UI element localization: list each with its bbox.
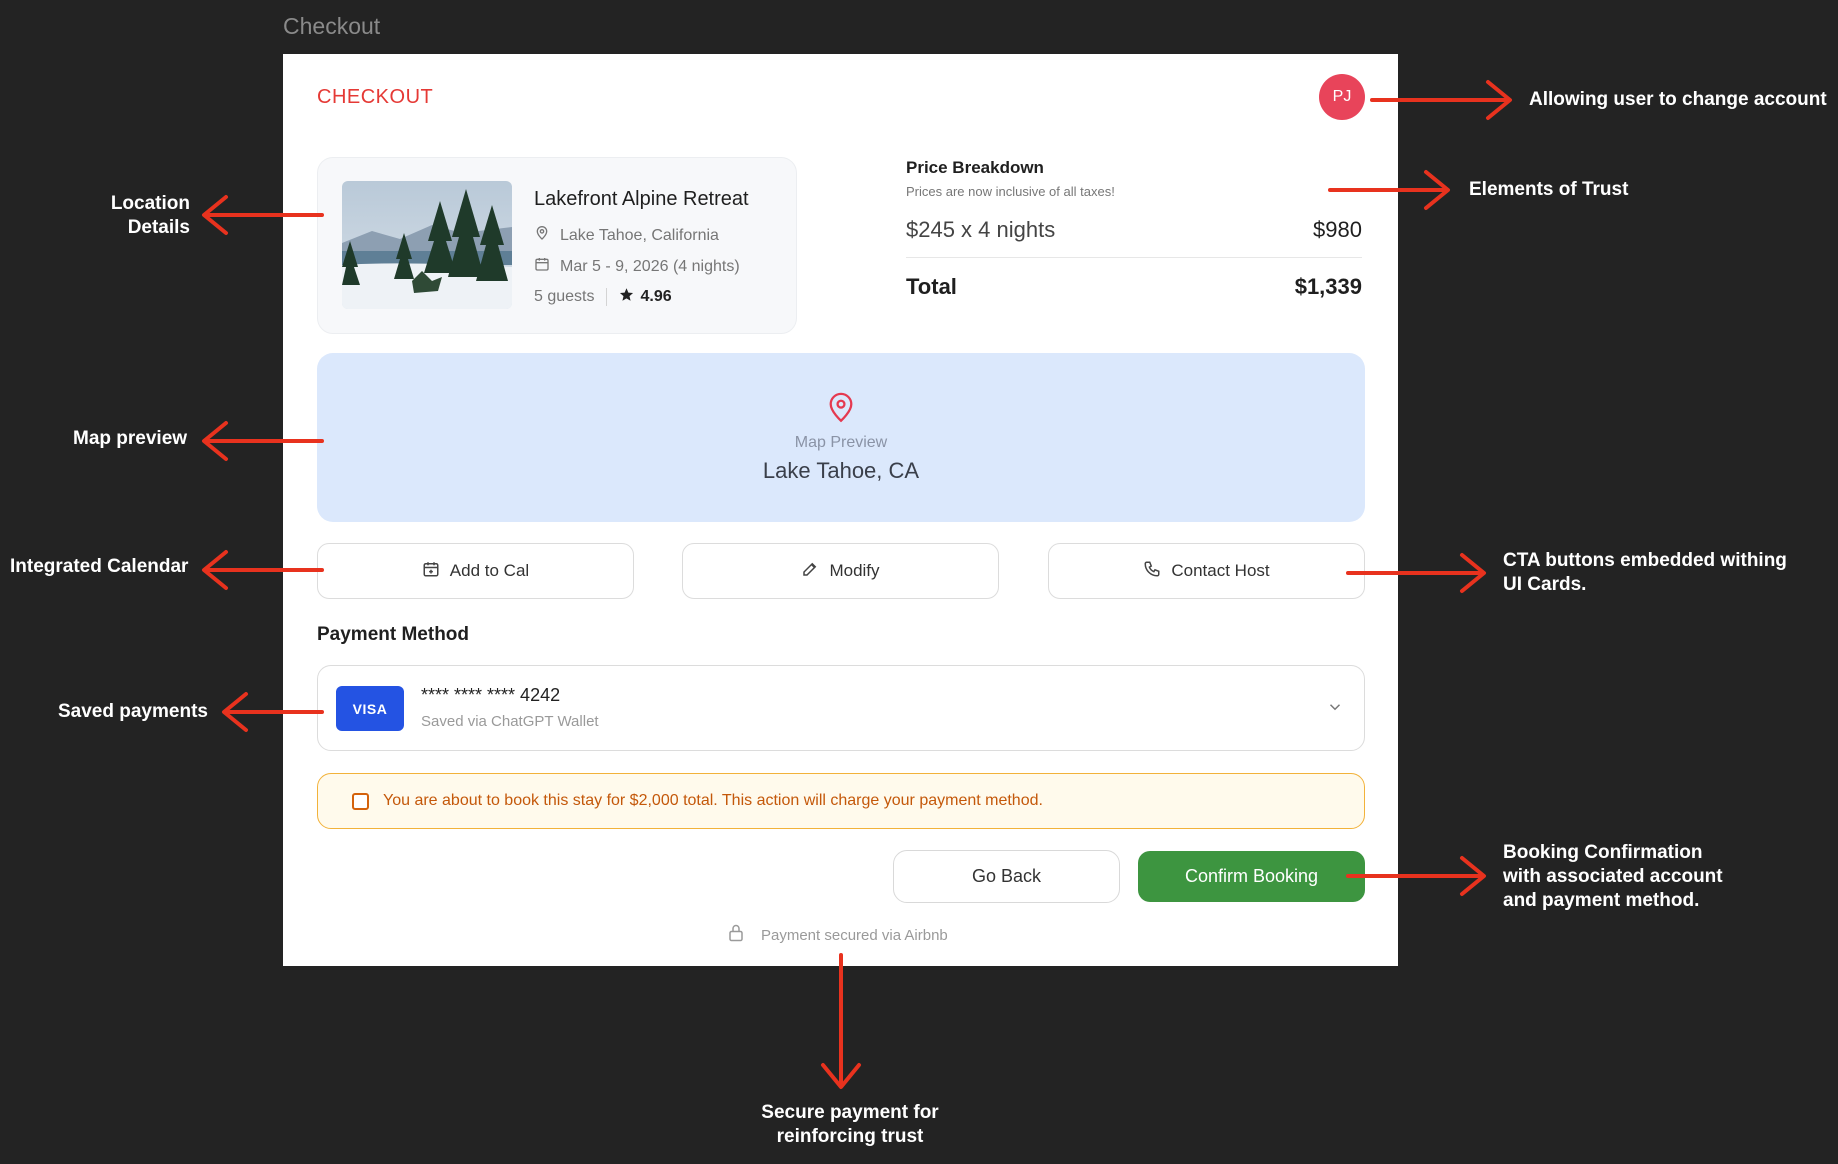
map-label: Map Preview bbox=[794, 434, 888, 451]
map-place: Lake Tahoe, CA bbox=[762, 458, 920, 483]
price-line-label: $245 x 4 nights bbox=[906, 217, 1056, 242]
annotation-confirm-line1: Booking Confirmation bbox=[1503, 842, 1703, 863]
go-back-button[interactable]: Go Back bbox=[893, 850, 1120, 903]
contact-host-label: Contact Host bbox=[1171, 561, 1270, 580]
annotation-location-line2: Details bbox=[127, 217, 190, 238]
card-brand: VISA bbox=[352, 700, 388, 717]
card-saved-via: Saved via ChatGPT Wallet bbox=[421, 713, 599, 730]
pencil-icon bbox=[801, 560, 819, 583]
avatar-initials: PJ bbox=[1332, 88, 1352, 105]
secure-text: Payment secured via Airbnb bbox=[761, 926, 948, 944]
price-total: Total $1,339 bbox=[906, 274, 1362, 300]
map-pin-icon bbox=[827, 391, 855, 428]
cta-row: Add to Cal Modify Contact Host bbox=[317, 543, 1365, 599]
add-to-calendar-button[interactable]: Add to Cal bbox=[317, 543, 634, 599]
confirm-booking-button[interactable]: Confirm Booking bbox=[1138, 851, 1365, 902]
warning-text: You are about to book this stay for $2,0… bbox=[383, 792, 1043, 809]
annotation-confirm: Booking Confirmation with associated acc… bbox=[1503, 841, 1723, 913]
annotation-cta: CTA buttons embedded withing UI Cards. bbox=[1503, 549, 1787, 597]
annotation-cta-line2: UI Cards. bbox=[1503, 574, 1587, 595]
confirm-booking-label: Confirm Booking bbox=[1184, 866, 1319, 886]
payment-method-title: Payment Method bbox=[317, 624, 470, 645]
annotation-saved: Saved payments bbox=[58, 701, 208, 722]
price-breakdown: Price Breakdown Prices are now inclusive… bbox=[906, 158, 1362, 300]
annotation-account: Allowing user to change account bbox=[1529, 89, 1827, 110]
annotation-calendar: Integrated Calendar bbox=[10, 556, 189, 577]
modify-label: Modify bbox=[829, 561, 880, 580]
listing-photo bbox=[342, 181, 512, 309]
listing-guests: 5 guests bbox=[534, 288, 595, 305]
price-line: $245 x 4 nights $980 bbox=[906, 217, 1362, 258]
frame-title: Checkout bbox=[283, 13, 381, 39]
annotation-confirm-line2: with associated account bbox=[1503, 866, 1723, 887]
annotation-confirm-line3: and payment method. bbox=[1503, 890, 1700, 911]
arrow-secure bbox=[821, 953, 861, 1089]
rating-value: 4.96 bbox=[640, 288, 672, 305]
listing-meta-row: 5 guests 4.96 bbox=[534, 287, 672, 307]
chevron-down-icon[interactable] bbox=[1326, 698, 1344, 721]
booking-warning: You are about to book this stay for $2,0… bbox=[317, 773, 1365, 829]
map-preview[interactable]: Map Preview Lake Tahoe, CA bbox=[317, 353, 1365, 522]
payment-method-selector[interactable]: VISA **** **** **** 4242 Saved via ChatG… bbox=[317, 665, 1365, 751]
checkout-card: CHECKOUT PJ Lakefront Alpine Retreat Lak… bbox=[283, 54, 1398, 966]
listing-name: Lakefront Alpine Retreat bbox=[534, 188, 749, 210]
annotation-map: Map preview bbox=[73, 428, 188, 449]
phone-icon bbox=[1143, 560, 1161, 583]
lock-icon bbox=[727, 923, 745, 947]
listing-card: Lakefront Alpine Retreat Lake Tahoe, Cal… bbox=[317, 157, 797, 334]
map-pin-icon bbox=[534, 225, 550, 246]
annotation-trust: Elements of Trust bbox=[1469, 179, 1629, 200]
annotation-cta-line1: CTA buttons embedded withing bbox=[1503, 550, 1787, 571]
annotation-location: Location Details bbox=[60, 192, 190, 240]
total-amount: $1,339 bbox=[1294, 274, 1362, 299]
annotation-secure-line2: reinforcing trust bbox=[776, 1126, 924, 1147]
price-subtitle: Prices are now inclusive of all taxes! bbox=[906, 184, 1115, 199]
visa-card-badge: VISA bbox=[336, 686, 404, 731]
price-line-amount: $980 bbox=[1313, 217, 1362, 242]
card-number: **** **** **** 4242 bbox=[421, 685, 561, 705]
account-avatar-button[interactable]: PJ bbox=[1319, 74, 1365, 120]
total-label: Total bbox=[906, 274, 957, 299]
secure-payment-note: Payment secured via Airbnb bbox=[727, 923, 948, 947]
star-icon bbox=[619, 287, 634, 307]
modify-button[interactable]: Modify bbox=[682, 543, 999, 599]
listing-location: Lake Tahoe, California bbox=[560, 226, 719, 244]
go-back-label: Go Back bbox=[971, 866, 1042, 886]
annotation-secure-line1: Secure payment for bbox=[761, 1102, 939, 1123]
listing-dates-row: Mar 5 - 9, 2026 (4 nights) bbox=[534, 256, 740, 277]
listing-dates: Mar 5 - 9, 2026 (4 nights) bbox=[560, 257, 740, 275]
calendar-plus-icon bbox=[422, 560, 440, 583]
divider bbox=[606, 288, 608, 306]
calendar-icon bbox=[534, 256, 550, 277]
annotation-location-line1: Location bbox=[110, 193, 190, 214]
page-title: CHECKOUT bbox=[317, 86, 434, 108]
confirm-checkbox[interactable] bbox=[352, 792, 369, 810]
listing-location-row: Lake Tahoe, California bbox=[534, 225, 719, 246]
add-to-cal-label: Add to Cal bbox=[449, 561, 530, 580]
contact-host-button[interactable]: Contact Host bbox=[1048, 543, 1365, 599]
price-title: Price Breakdown bbox=[906, 158, 1044, 177]
annotation-secure: Secure payment for reinforcing trust bbox=[700, 1101, 1000, 1149]
listing-rating: 4.96 bbox=[619, 287, 672, 307]
